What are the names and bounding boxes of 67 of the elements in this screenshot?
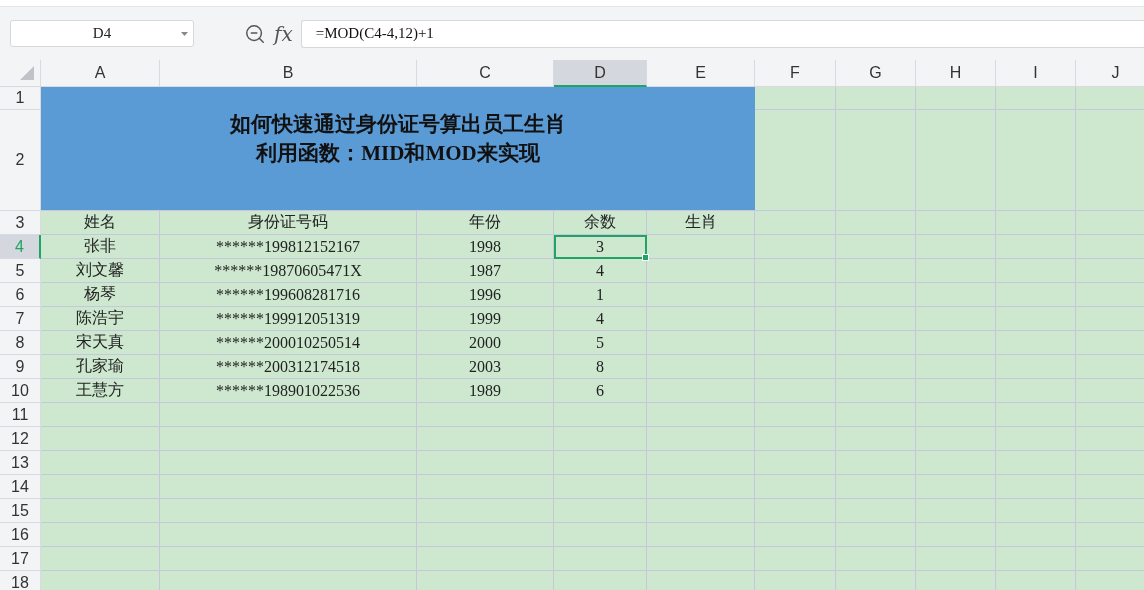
table-cell[interactable]: 刘文馨 [41,259,160,283]
header-cell[interactable]: 生肖 [647,211,755,235]
header-cell[interactable]: 姓名 [41,211,160,235]
row-header[interactable]: 11 [0,403,41,427]
row-header[interactable]: 15 [0,499,41,523]
row-header[interactable]: 8 [0,331,41,355]
row-header[interactable]: 10 [0,379,41,403]
table-cell[interactable]: 1989 [417,379,554,403]
select-all-icon[interactable] [20,66,34,80]
column-header[interactable]: A [41,60,160,87]
column-header[interactable]: H [916,60,996,87]
column-header[interactable]: F [755,60,836,87]
row-header[interactable]: 1 [0,87,41,110]
row-header[interactable]: 13 [0,451,41,475]
fill-handle[interactable] [642,254,649,261]
header-cell[interactable]: 余数 [554,211,647,235]
table-cell[interactable]: ******199812152167 [160,235,417,259]
row-header[interactable]: 14 [0,475,41,499]
row-header[interactable]: 17 [0,547,41,571]
row-header[interactable]: 9 [0,355,41,379]
table-cell[interactable]: 1996 [417,283,554,307]
name-box[interactable]: D4 [10,20,194,47]
table-cell[interactable]: 1999 [417,307,554,331]
column-header[interactable]: B [160,60,417,87]
header-cell[interactable]: 年份 [417,211,554,235]
table-cell[interactable]: 王慧方 [41,379,160,403]
dropdown-caret-icon [181,32,188,36]
column-header[interactable]: G [836,60,916,87]
table-cell[interactable]: 孔家瑜 [41,355,160,379]
table-cell[interactable]: 宋天真 [41,331,160,355]
row-header[interactable]: 16 [0,523,41,547]
table-cell[interactable]: ******198901022536 [160,379,417,403]
table-cell[interactable]: ******200312174518 [160,355,417,379]
row-header[interactable]: 2 [0,110,41,211]
table-cell[interactable]: 4 [554,307,647,331]
column-header[interactable]: I [996,60,1076,87]
header-cell[interactable]: 身份证号码 [160,211,417,235]
row-header[interactable]: 3 [0,211,41,235]
formula-field[interactable]: =MOD(C4-4,12)+1 [300,19,1144,48]
table-cell[interactable]: 1 [554,283,647,307]
column-header[interactable]: D [554,60,647,87]
table-cell[interactable]: 张非 [41,235,160,259]
table-cell[interactable]: 1987 [417,259,554,283]
table-cell[interactable]: 6 [554,379,647,403]
table-cell[interactable]: ******200010250514 [160,331,417,355]
zoom-out-icon[interactable] [244,22,266,45]
table-cell[interactable]: ******199608281716 [160,283,417,307]
table-cell[interactable]: 陈浩宇 [41,307,160,331]
function-label[interactable]: fx [274,21,293,46]
title-text: 利用函数：MID和MOD来实现 [256,139,540,167]
table-cell[interactable]: 3 [554,235,647,259]
column-header[interactable]: E [647,60,755,87]
row-header[interactable]: 6 [0,283,41,307]
column-header[interactable]: C [417,60,554,87]
table-cell[interactable]: 1998 [417,235,554,259]
table-cell[interactable]: 4 [554,259,647,283]
row-header[interactable]: 12 [0,427,41,451]
table-cell[interactable]: 5 [554,331,647,355]
table-cell[interactable]: 杨琴 [41,283,160,307]
table-cell[interactable]: ******19870605471X [160,259,417,283]
table-cell[interactable]: 2000 [417,331,554,355]
row-header[interactable]: 7 [0,307,41,331]
row-header[interactable]: 5 [0,259,41,283]
table-cell[interactable]: 8 [554,355,647,379]
table-cell[interactable]: 2003 [417,355,554,379]
title-text: 如何快速通过身份证号算出员工生肖 [230,110,566,138]
table-cell[interactable]: ******199912051319 [160,307,417,331]
